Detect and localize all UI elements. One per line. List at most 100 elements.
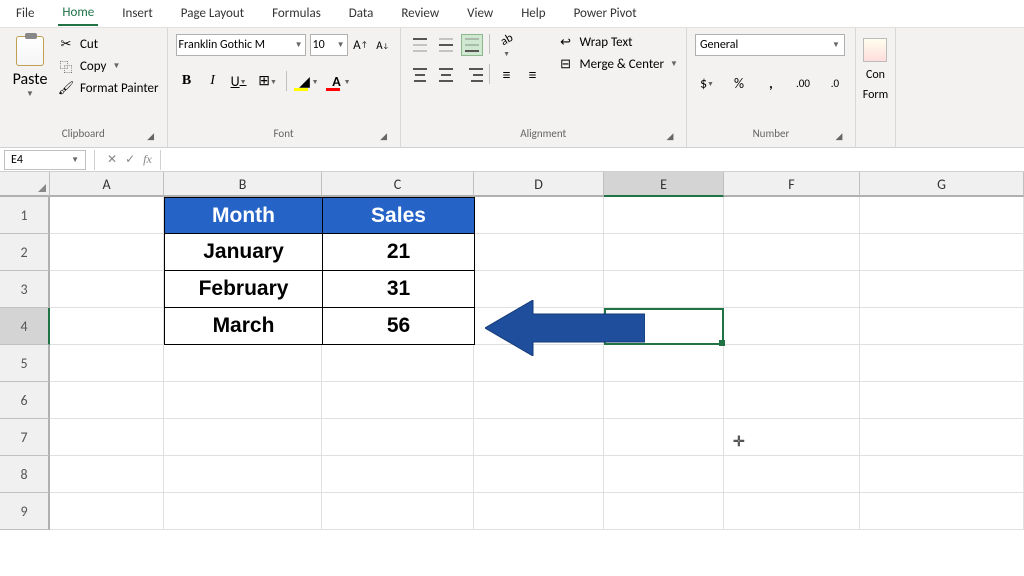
cell-A5[interactable] — [50, 345, 164, 382]
cell-A3[interactable] — [50, 271, 164, 308]
cell-G3[interactable] — [860, 271, 1024, 308]
cell-E9[interactable] — [604, 493, 724, 530]
cell-B8[interactable] — [164, 456, 322, 493]
currency-button[interactable]: $▼ — [695, 72, 719, 94]
cell-C7[interactable] — [322, 419, 474, 456]
tab-insert[interactable]: Insert — [118, 2, 157, 25]
merge-center-button[interactable]: ⊟ Merge & Center ▼ — [558, 56, 678, 72]
cell-F8[interactable] — [724, 456, 860, 493]
format-painter-button[interactable]: 🖌 Format Painter — [58, 80, 159, 96]
number-format-select[interactable]: General▼ — [695, 34, 845, 56]
col-header-A[interactable]: A — [50, 172, 164, 197]
table-cell[interactable]: 56 — [323, 308, 475, 345]
cell-F1[interactable] — [724, 197, 860, 234]
cell-A4[interactable] — [50, 308, 164, 345]
cell-E2[interactable] — [604, 234, 724, 271]
font-color-button[interactable]: A ▼ — [323, 70, 351, 92]
cell-D8[interactable] — [474, 456, 604, 493]
row-header-8[interactable]: 8 — [0, 456, 50, 493]
cell-E7[interactable] — [604, 419, 724, 456]
name-box[interactable]: E4▼ — [4, 150, 86, 170]
tab-home[interactable]: Home — [58, 1, 98, 26]
bold-button[interactable]: B — [176, 70, 198, 92]
col-header-D[interactable]: D — [474, 172, 604, 197]
cell-A9[interactable] — [50, 493, 164, 530]
cancel-formula-icon[interactable]: ✕ — [107, 152, 117, 167]
cell-F2[interactable] — [724, 234, 860, 271]
alignment-dialog-launcher[interactable]: ◢ — [664, 131, 676, 143]
row-header-3[interactable]: 3 — [0, 271, 50, 308]
cell-A7[interactable] — [50, 419, 164, 456]
row-header-4[interactable]: 4 — [0, 308, 50, 345]
align-top-button[interactable] — [409, 34, 431, 56]
tab-power-pivot[interactable]: Power Pivot — [570, 2, 641, 25]
comma-button[interactable]: , — [759, 72, 783, 94]
italic-button[interactable]: I — [202, 70, 224, 92]
col-header-C[interactable]: C — [322, 172, 474, 197]
fx-icon[interactable]: fx — [143, 152, 152, 167]
cell-B7[interactable] — [164, 419, 322, 456]
row-header-6[interactable]: 6 — [0, 382, 50, 419]
cell-E6[interactable] — [604, 382, 724, 419]
cell-G8[interactable] — [860, 456, 1024, 493]
align-bottom-button[interactable] — [461, 34, 483, 56]
tab-view[interactable]: View — [463, 2, 497, 25]
conditional-formatting-icon[interactable] — [863, 38, 887, 62]
increase-decimal-button[interactable]: .00 — [791, 72, 815, 94]
font-size-select[interactable]: 10▼ — [310, 34, 348, 56]
align-right-button[interactable] — [461, 64, 483, 86]
worksheet-grid[interactable]: A B C D E F G 1 2 3 4 5 6 7 8 9 Month Sa… — [0, 172, 1024, 530]
cell-B9[interactable] — [164, 493, 322, 530]
cell-F3[interactable] — [724, 271, 860, 308]
tab-data[interactable]: Data — [345, 2, 378, 25]
enter-formula-icon[interactable]: ✓ — [125, 152, 135, 167]
cell-G5[interactable] — [860, 345, 1024, 382]
align-left-button[interactable] — [409, 64, 431, 86]
clipboard-dialog-launcher[interactable]: ◢ — [145, 131, 157, 143]
increase-font-size-button[interactable]: A↑ — [352, 34, 370, 56]
formula-input[interactable] — [160, 150, 1024, 170]
cell-E1[interactable] — [604, 197, 724, 234]
orientation-button[interactable]: ab▼ — [496, 34, 518, 56]
cell-A8[interactable] — [50, 456, 164, 493]
cell-F9[interactable] — [724, 493, 860, 530]
underline-button[interactable]: U▼ — [228, 70, 250, 92]
cell-A2[interactable] — [50, 234, 164, 271]
table-cell[interactable]: January — [165, 234, 323, 271]
paste-dropdown-icon[interactable]: ▼ — [26, 89, 34, 99]
row-header-7[interactable]: 7 — [0, 419, 50, 456]
cell-D9[interactable] — [474, 493, 604, 530]
fill-handle[interactable] — [719, 340, 725, 346]
cell-E8[interactable] — [604, 456, 724, 493]
cell-D6[interactable] — [474, 382, 604, 419]
cell-F5[interactable] — [724, 345, 860, 382]
font-dialog-launcher[interactable]: ◢ — [378, 131, 390, 143]
col-header-F[interactable]: F — [724, 172, 860, 197]
row-header-9[interactable]: 9 — [0, 493, 50, 530]
cell-C6[interactable] — [322, 382, 474, 419]
cell-B6[interactable] — [164, 382, 322, 419]
copy-button[interactable]: ⿻ Copy ▼ — [58, 58, 159, 74]
select-all-corner[interactable] — [0, 172, 50, 197]
border-button[interactable]: ⊞▼ — [254, 70, 282, 92]
col-header-G[interactable]: G — [860, 172, 1024, 197]
decrease-indent-button[interactable]: ≡ — [496, 64, 518, 86]
col-header-B[interactable]: B — [164, 172, 322, 197]
row-header-1[interactable]: 1 — [0, 197, 50, 234]
tab-file[interactable]: File — [12, 2, 38, 25]
cell-F4[interactable] — [724, 308, 860, 345]
cell-D7[interactable] — [474, 419, 604, 456]
align-center-button[interactable] — [435, 64, 457, 86]
cell-C9[interactable] — [322, 493, 474, 530]
tab-help[interactable]: Help — [517, 2, 549, 25]
table-cell[interactable]: March — [165, 308, 323, 345]
cell-D1[interactable] — [474, 197, 604, 234]
cell-G6[interactable] — [860, 382, 1024, 419]
tab-review[interactable]: Review — [397, 2, 443, 25]
cell-G4[interactable] — [860, 308, 1024, 345]
table-cell[interactable]: 31 — [323, 271, 475, 308]
font-name-select[interactable]: Franklin Gothic M▼ — [176, 34, 306, 56]
cell-G2[interactable] — [860, 234, 1024, 271]
copy-dropdown-icon[interactable]: ▼ — [112, 61, 120, 71]
align-middle-button[interactable] — [435, 34, 457, 56]
